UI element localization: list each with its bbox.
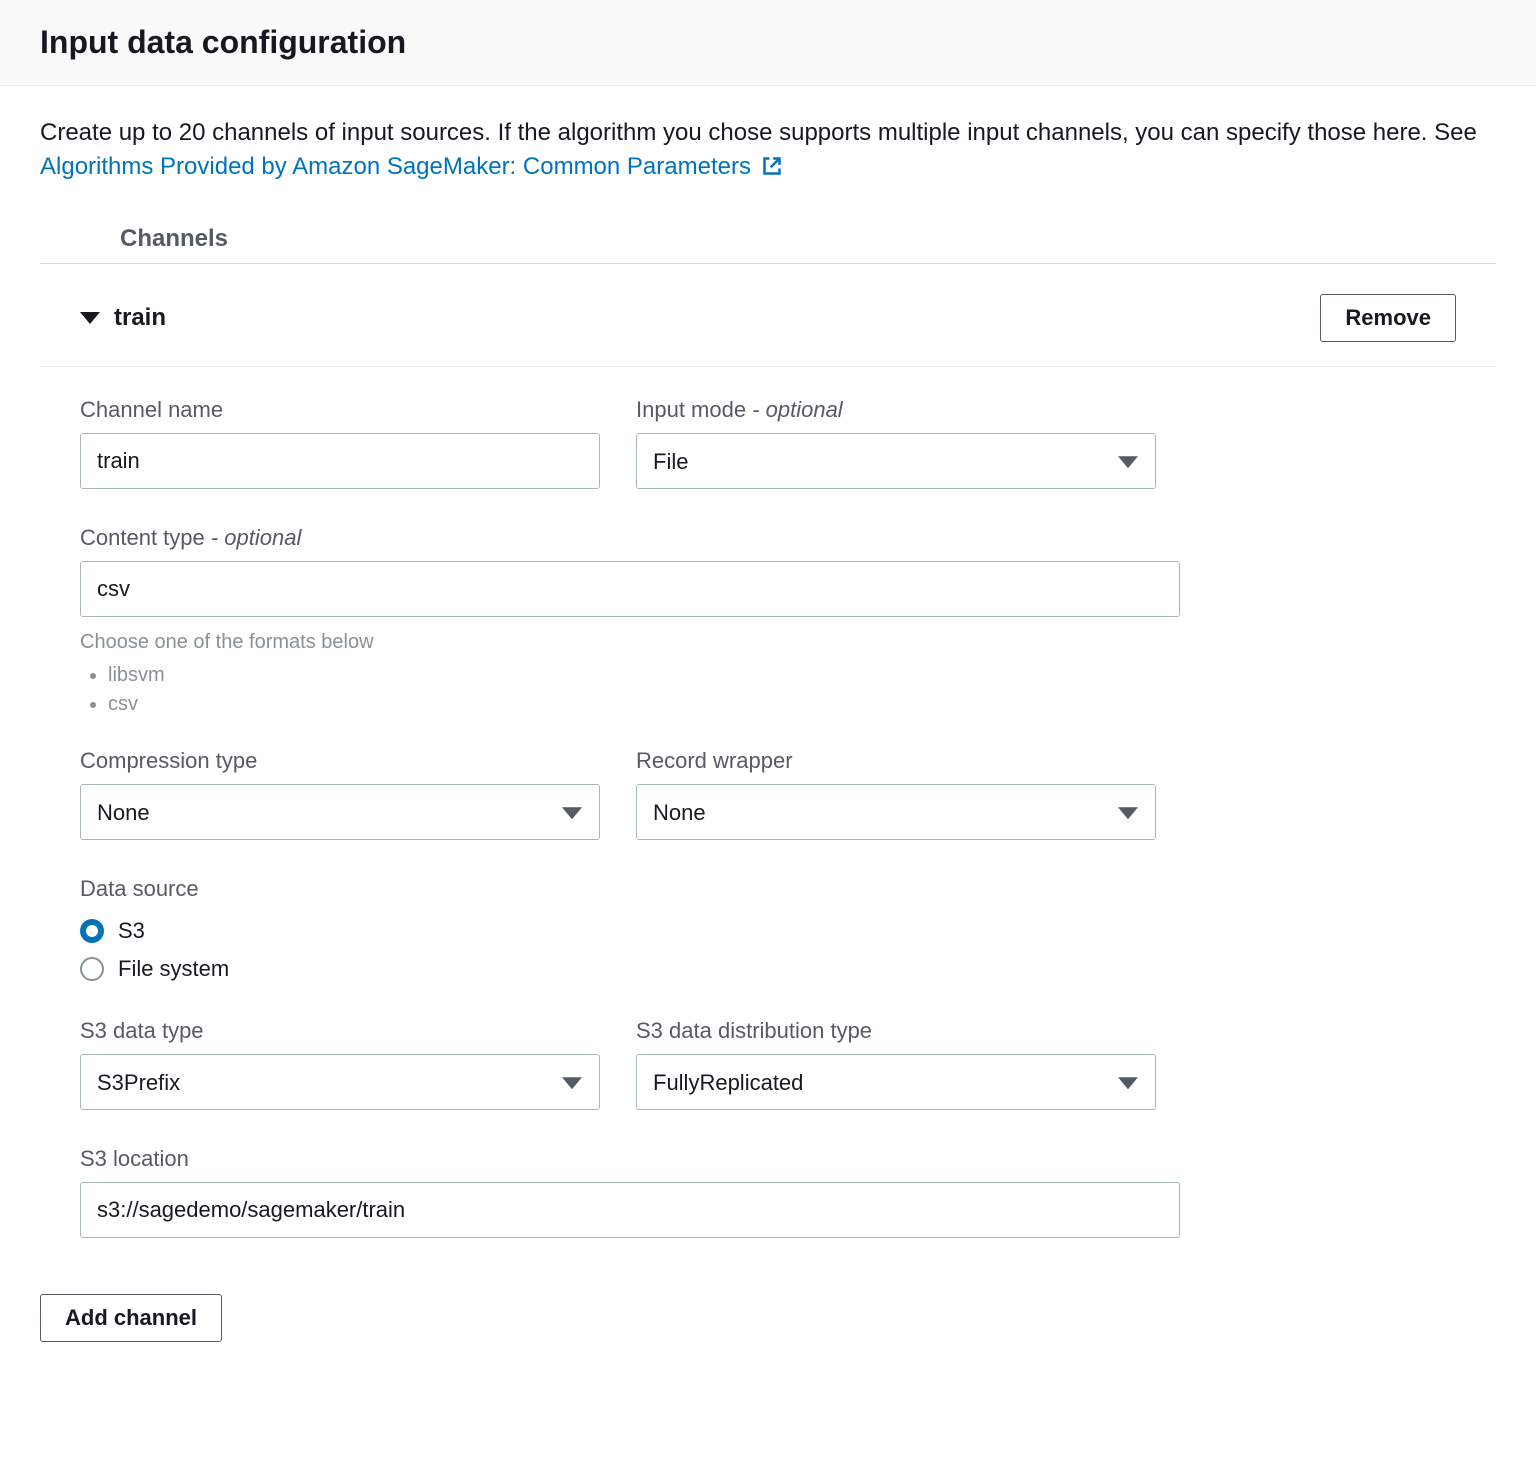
compression-type-field: Compression type None <box>80 748 600 840</box>
record-wrapper-label: Record wrapper <box>636 748 1156 774</box>
input-mode-field: Input mode - optional File <box>636 397 1156 489</box>
intro-text-body: Create up to 20 channels of input source… <box>40 119 1477 146</box>
s3-distribution-type-label: S3 data distribution type <box>636 1018 1156 1044</box>
content-type-label: Content type - optional <box>80 525 1180 551</box>
s3-location-field: S3 location <box>80 1146 1180 1238</box>
compression-type-label: Compression type <box>80 748 600 774</box>
caret-down-icon <box>80 312 100 324</box>
channels-heading: Channels <box>40 215 1496 264</box>
radio-unchecked-icon <box>80 957 104 981</box>
data-source-field: Data source S3 File system <box>80 876 600 982</box>
channel-name-input[interactable] <box>80 433 600 489</box>
content-type-option: libsvm <box>108 664 1180 687</box>
record-wrapper-select[interactable]: None <box>636 784 1156 840</box>
s3-location-input[interactable] <box>80 1182 1180 1238</box>
content-type-field: Content type - optional Choose one of th… <box>80 525 1180 722</box>
channel-title: train <box>114 304 166 332</box>
intro-link-text: Algorithms Provided by Amazon SageMaker:… <box>40 153 751 180</box>
s3-data-type-field: S3 data type S3Prefix <box>80 1018 600 1110</box>
channel-toggle[interactable]: train <box>80 304 166 332</box>
data-source-radio-file-system[interactable]: File system <box>80 956 600 982</box>
section-title: Input data configuration <box>40 24 1496 61</box>
s3-distribution-type-select[interactable]: FullyReplicated <box>636 1054 1156 1110</box>
compression-type-select[interactable]: None <box>80 784 600 840</box>
data-source-radio-s3[interactable]: S3 <box>80 918 600 944</box>
input-mode-select[interactable]: File <box>636 433 1156 489</box>
channel-name-label: Channel name <box>80 397 600 423</box>
intro-text: Create up to 20 channels of input source… <box>0 86 1536 195</box>
external-link-icon <box>762 152 782 186</box>
content-type-hint: Choose one of the formats below libsvm c… <box>80 631 1180 722</box>
s3-distribution-type-field: S3 data distribution type FullyReplicate… <box>636 1018 1156 1110</box>
s3-data-type-label: S3 data type <box>80 1018 600 1044</box>
data-source-label: Data source <box>80 876 600 902</box>
record-wrapper-field: Record wrapper None <box>636 748 1156 840</box>
content-type-option: csv <box>108 693 1180 716</box>
s3-data-type-select[interactable]: S3Prefix <box>80 1054 600 1110</box>
radio-checked-icon <box>80 919 104 943</box>
add-channel-button[interactable]: Add channel <box>40 1294 222 1342</box>
content-type-input[interactable] <box>80 561 1180 617</box>
remove-button[interactable]: Remove <box>1320 294 1456 342</box>
channel-header-row: train Remove <box>40 264 1496 367</box>
intro-link[interactable]: Algorithms Provided by Amazon SageMaker:… <box>40 153 782 180</box>
s3-location-label: S3 location <box>80 1146 1180 1172</box>
channel-name-field: Channel name <box>80 397 600 489</box>
input-mode-label: Input mode - optional <box>636 397 1156 423</box>
section-header: Input data configuration <box>0 0 1536 86</box>
